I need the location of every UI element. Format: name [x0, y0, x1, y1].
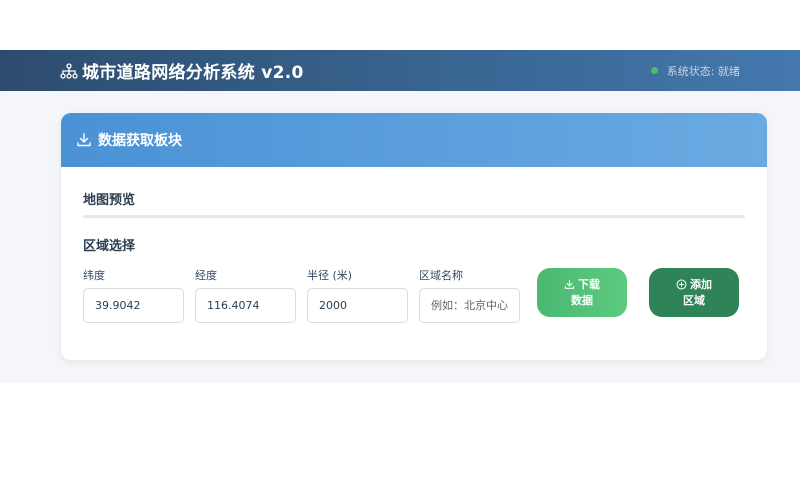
add-region-button[interactable]: 添加 区域	[649, 268, 739, 317]
add-button-label-line1: 添加	[690, 277, 712, 291]
system-status: 系统状态: 就绪	[650, 63, 740, 79]
app-header: 城市道路网络分析系统 v2.0 系统状态: 就绪	[0, 50, 800, 91]
latitude-label: 纬度	[83, 269, 105, 282]
latitude-input[interactable]	[83, 288, 184, 323]
system-status-text: 系统状态: 就绪	[666, 64, 740, 78]
section-divider	[83, 215, 745, 218]
region-name-input[interactable]	[419, 288, 520, 323]
status-dot-icon	[650, 67, 658, 74]
download-button-label-line2: 数据	[571, 293, 593, 307]
download-button-label-line1: 下载	[578, 277, 600, 291]
region-name-label: 区域名称	[419, 269, 463, 282]
radius-input[interactable]	[307, 288, 408, 323]
region-select-title: 区域选择	[83, 239, 136, 254]
download-data-button[interactable]: 下载 数据	[537, 268, 627, 317]
download-icon	[564, 279, 575, 290]
longitude-label: 经度	[195, 269, 217, 282]
longitude-input[interactable]	[195, 288, 296, 323]
radius-label: 半径 (米)	[307, 269, 353, 282]
panel-header: 数据获取板块	[61, 113, 767, 167]
app-window: 城市道路网络分析系统 v2.0 系统状态: 就绪 数据获取板块 地图预览 区域选…	[0, 50, 800, 383]
app-title: 城市道路网络分析系统 v2.0	[82, 63, 304, 83]
network-icon	[60, 62, 78, 80]
add-button-label-line2: 区域	[683, 293, 705, 307]
download-icon	[76, 132, 92, 148]
map-preview-title: 地图预览	[83, 193, 136, 208]
plus-circle-icon	[676, 279, 687, 290]
panel-title: 数据获取板块	[98, 133, 182, 149]
data-acquisition-panel: 数据获取板块 地图预览 区域选择 纬度 经度 半径 (米) 区域名称 下载 数据	[61, 113, 767, 360]
